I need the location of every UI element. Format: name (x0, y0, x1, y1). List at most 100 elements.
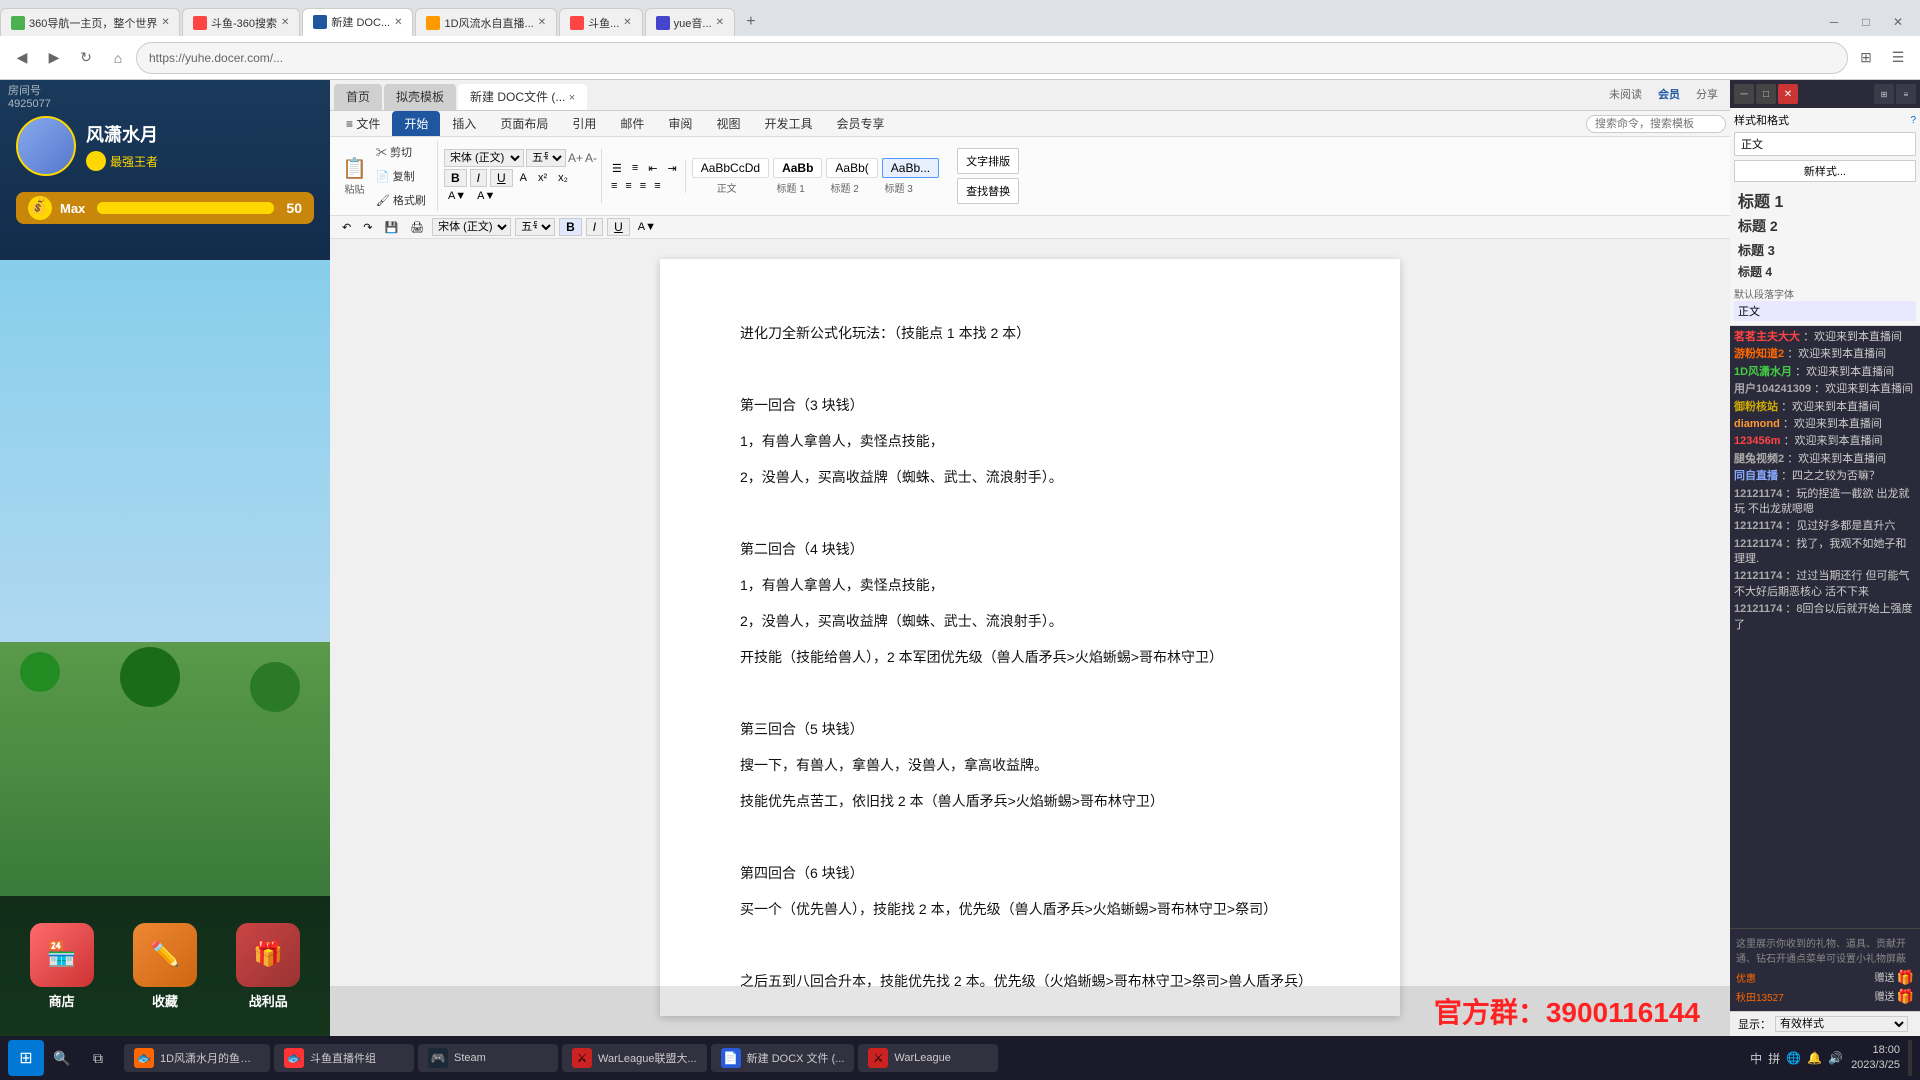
list-view-button[interactable]: ≡ (1896, 84, 1916, 104)
doc-unread-button[interactable]: 未阅读 (1603, 86, 1648, 108)
font-size-select[interactable]: 五号 (526, 149, 566, 167)
task-view-button[interactable]: ⧉ (80, 1040, 116, 1076)
tab-close-doc[interactable]: ✕ (394, 17, 402, 28)
undo-button[interactable]: ↶ (338, 220, 355, 235)
save-button[interactable]: 💾 (380, 220, 402, 235)
tab-live[interactable]: 1D风流水自直播... ✕ (415, 8, 557, 36)
style-display-select[interactable]: 有效样式 (1775, 1016, 1908, 1032)
heading2-style[interactable]: 标题 2 (1734, 214, 1916, 238)
doc-vip-button[interactable]: 会员 (1652, 86, 1686, 108)
align-justify-button[interactable]: ≡ (651, 179, 663, 193)
minimize-button[interactable]: ─ (1820, 8, 1848, 36)
normal-style[interactable]: 正文 (1734, 301, 1916, 321)
paste-button[interactable]: 📋 粘贴 (342, 156, 367, 196)
ribbon-tab-review[interactable]: 审阅 (656, 111, 704, 136)
tab-close-live[interactable]: ✕ (538, 17, 546, 28)
heading3-style[interactable]: 标题 3 (1734, 238, 1916, 261)
start-button[interactable]: ⊞ (8, 1040, 44, 1076)
address-bar[interactable]: https://yuhe.docer.com/... (136, 42, 1848, 74)
ribbon-tab-dev[interactable]: 开发工具 (752, 111, 824, 136)
bold-button[interactable]: B (444, 169, 467, 187)
highlight-button[interactable]: A▼ (444, 189, 470, 203)
taskbar-item-warleague[interactable]: ⚔ WarLeague联盟大... (562, 1044, 707, 1072)
find-replace-button[interactable]: 查找替换 (957, 178, 1019, 204)
italic-toolbar[interactable]: I (586, 218, 603, 236)
style-help-button[interactable]: ? (1910, 115, 1916, 126)
italic-button[interactable]: I (470, 169, 487, 187)
ribbon-search-input[interactable] (1586, 115, 1726, 133)
ribbon-tab-insert[interactable]: 插入 (440, 111, 488, 136)
align-right-button[interactable]: ≡ (637, 179, 649, 193)
format-painter-button[interactable]: 🖌 格式刷 (369, 189, 433, 211)
ribbon-tab-vip[interactable]: 会员专享 (824, 111, 896, 136)
superscript-button[interactable]: x² (534, 171, 551, 185)
show-desktop-button[interactable] (1908, 1040, 1912, 1076)
notification-icon[interactable]: 🔔 (1807, 1051, 1822, 1065)
back-button[interactable]: ◀ (8, 44, 36, 72)
panel-minimize-button[interactable]: ─ (1734, 84, 1754, 104)
extensions-button[interactable]: ⊞ (1852, 44, 1880, 72)
heading4-style[interactable]: 标题 4 (1734, 261, 1916, 282)
taskbar-item-steam[interactable]: 🎮 Steam (418, 1044, 558, 1072)
tab-douyu[interactable]: 斗鱼-360搜索 ✕ (182, 8, 300, 36)
cut-button[interactable]: ✂ 剪切 (369, 141, 433, 163)
indent-increase-button[interactable]: ⇥ (663, 160, 680, 177)
nav-item-battle[interactable]: 🎁 战利品 (236, 923, 300, 1010)
ribbon-tab-file[interactable]: ≡ 文件 (334, 111, 392, 136)
ribbon-tab-ref[interactable]: 引用 (560, 111, 608, 136)
grid-view-button[interactable]: ⊞ (1874, 84, 1894, 104)
copy-button[interactable]: 📄 复制 (369, 165, 433, 187)
taskbar-item-fish[interactable]: 🐟 1D风潇水月的鱼吧... (124, 1044, 270, 1072)
maximize-button[interactable]: □ (1852, 8, 1880, 36)
nav-item-collect[interactable]: ✏️ 收藏 (133, 923, 197, 1010)
tab-close-extra2[interactable]: ✕ (716, 17, 724, 28)
ribbon-tab-home[interactable]: 开始 (392, 111, 440, 136)
taskbar-item-warleague2[interactable]: ⚔ WarLeague (858, 1044, 998, 1072)
current-style-display[interactable]: 正文 (1734, 132, 1916, 156)
tab-360[interactable]: 360导航一主页，整个世界 ✕ (0, 8, 180, 36)
panel-close-button[interactable]: ✕ (1778, 84, 1798, 104)
taskbar-clock[interactable]: 18:00 2023/3/25 (1851, 1043, 1900, 1074)
indent-decrease-button[interactable]: ⇤ (644, 160, 661, 177)
font-family-select[interactable]: 宋体 (正文) (444, 149, 524, 167)
font-color-toolbar[interactable]: A▼ (634, 220, 660, 234)
tab-close-extra1[interactable]: ✕ (623, 17, 631, 28)
heading1-style[interactable]: 标题 1 (1734, 186, 1916, 214)
list-ordered-button[interactable]: ≡ (628, 160, 642, 177)
tab-extra1[interactable]: 斗鱼... ✕ (559, 8, 643, 36)
nav-item-shop[interactable]: 🏪 商店 (30, 923, 94, 1010)
home-button[interactable]: ⌂ (104, 44, 132, 72)
font-family-toolbar[interactable]: 宋体 (正文) (432, 218, 511, 236)
taskbar-item-douyu[interactable]: 🐟 斗鱼直播件组 (274, 1044, 414, 1072)
underline-button[interactable]: U (490, 169, 513, 187)
subscript-button[interactable]: x₂ (554, 171, 572, 185)
doc-share-button[interactable]: 分享 (1690, 86, 1724, 108)
font-size-toolbar[interactable]: 五号 (515, 218, 555, 236)
panel-maximize-button[interactable]: □ (1756, 84, 1776, 104)
doc-tab-template[interactable]: 拟壳模板 (384, 84, 456, 110)
list-unordered-button[interactable]: ☰ (608, 160, 626, 177)
align-left-button[interactable]: ≡ (608, 179, 620, 193)
tab-close-360[interactable]: ✕ (161, 17, 169, 28)
new-tab-button[interactable]: + (737, 8, 765, 36)
volume-icon[interactable]: 🔊 (1828, 1051, 1843, 1065)
font-grow-button[interactable]: A+ (568, 151, 583, 165)
underline-toolbar[interactable]: U (607, 218, 630, 236)
search-button[interactable]: 🔍 (44, 1040, 80, 1076)
style-heading3[interactable]: AaBb... (882, 158, 939, 178)
tab-close-douyu[interactable]: ✕ (281, 17, 289, 28)
document-area[interactable]: 进化刀全新公式化玩法：（技能点 1 本找 2 本） 第一回合（3 块钱） 1，有… (330, 239, 1730, 1036)
ribbon-tab-layout[interactable]: 页面布局 (488, 111, 560, 136)
doc-tab-home[interactable]: 首页 (334, 84, 382, 110)
text-layout-button[interactable]: 文字排版 (957, 148, 1019, 174)
ime-icon[interactable]: 中 (1750, 1050, 1762, 1067)
ribbon-tab-view[interactable]: 视图 (704, 111, 752, 136)
font-shrink-button[interactable]: A- (585, 151, 597, 165)
taskbar-item-docx[interactable]: 📄 新建 DOCX 文件 (... (711, 1044, 855, 1072)
settings-button[interactable]: ☰ (1884, 44, 1912, 72)
close-button[interactable]: ✕ (1884, 8, 1912, 36)
style-normal[interactable]: AaBbCcDd (692, 158, 769, 178)
network-icon[interactable]: 🌐 (1786, 1051, 1801, 1065)
font-color-button[interactable]: A▼ (473, 189, 499, 203)
doc-tab-current[interactable]: 新建 DOC文件 (... × (458, 84, 587, 110)
